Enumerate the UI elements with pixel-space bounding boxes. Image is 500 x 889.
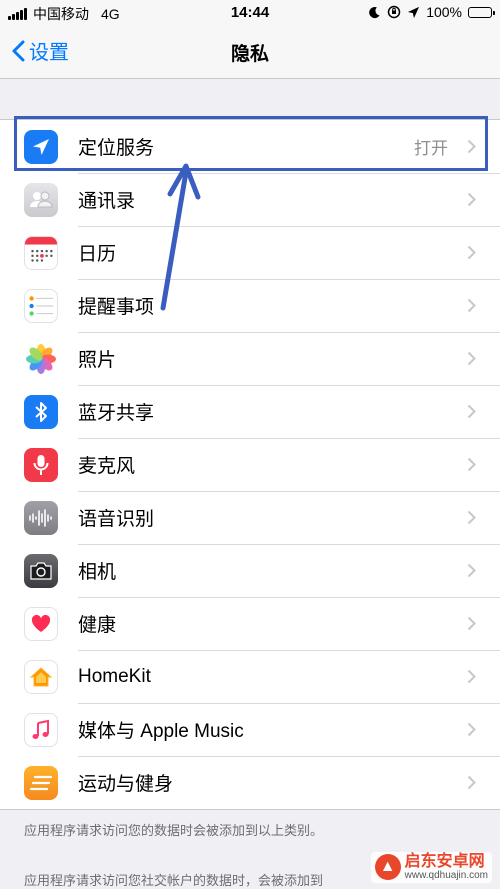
row-bluetooth-sharing[interactable]: 蓝牙共享 (0, 385, 500, 438)
location-arrow-icon (24, 130, 58, 164)
row-camera[interactable]: 相机 (0, 544, 500, 597)
microphone-icon (24, 448, 58, 482)
contacts-icon (24, 183, 58, 217)
watermark-url: www.qdhuajin.com (404, 869, 488, 881)
chevron-right-icon (467, 563, 476, 578)
watermark-text: 启东安卓网 www.qdhuajin.com (404, 852, 488, 881)
watermark-name: 启东安卓网 (404, 852, 485, 870)
watermark-logo-icon: ▲ (374, 854, 401, 881)
chevron-right-icon (467, 669, 476, 684)
row-label: 媒体与 Apple Music (78, 721, 244, 742)
row-homekit[interactable]: HomeKit (0, 650, 500, 703)
row-label: 语音识别 (78, 509, 155, 530)
chevron-right-icon (467, 298, 476, 313)
status-right: 100% (368, 4, 495, 20)
chevron-right-icon (467, 245, 476, 260)
orientation-lock-icon (387, 5, 401, 19)
row-reminders[interactable]: 提醒事项 (0, 279, 500, 332)
battery-percent: 100% (426, 4, 462, 20)
row-label: 通讯录 (78, 191, 136, 212)
row-calendar[interactable]: 日历 (0, 226, 500, 279)
chevron-right-icon (467, 404, 476, 419)
navigation-bar: 设置 隐私 (0, 26, 500, 79)
row-label: 提醒事项 (78, 297, 155, 318)
chevron-right-icon (467, 139, 476, 154)
camera-icon (24, 554, 58, 588)
photos-icon (24, 342, 58, 376)
bluetooth-icon (24, 395, 58, 429)
status-bar: 中国移动 4G 14:44 100% (0, 0, 500, 26)
calendar-icon (24, 236, 58, 270)
row-label: 日历 (78, 244, 117, 265)
row-label: HomeKit (78, 665, 151, 687)
row-label: 定位服务 (78, 138, 155, 159)
row-microphone[interactable]: 麦克风 (0, 438, 500, 491)
battery-icon (468, 6, 495, 18)
row-location-services[interactable]: 定位服务 打开 (0, 120, 500, 173)
row-label: 相机 (78, 562, 117, 583)
row-health[interactable]: 健康 (0, 597, 500, 650)
chevron-right-icon (467, 616, 476, 631)
row-speech-recognition[interactable]: 语音识别 (0, 491, 500, 544)
row-value: 打开 (414, 139, 448, 158)
row-label: 蓝牙共享 (78, 403, 155, 424)
chevron-right-icon (467, 457, 476, 472)
chevron-right-icon (467, 722, 476, 737)
watermark: ▲ 启东安卓网 www.qdhuajin.com (370, 851, 492, 883)
moon-icon (369, 6, 380, 18)
row-media-apple-music[interactable]: 媒体与 Apple Music (0, 703, 500, 756)
row-photos[interactable]: 照片 (0, 332, 500, 385)
footer-note-2: 应用程序请求访问您社交帐户的数据时，会被添加到 (24, 873, 324, 888)
chevron-right-icon (467, 192, 476, 207)
heart-icon (24, 607, 58, 641)
row-label: 麦克风 (78, 456, 136, 477)
reminders-icon (24, 289, 58, 323)
location-services-icon (408, 6, 420, 18)
row-contacts[interactable]: 通讯录 (0, 173, 500, 226)
page-title: 隐私 (230, 44, 269, 65)
fitness-icon (24, 766, 58, 800)
row-label: 运动与健身 (78, 774, 174, 795)
privacy-settings-list: 定位服务 打开 通讯录 日历 提醒事项 照片 蓝牙共享 麦克风 语音识别 相机 … (0, 119, 500, 810)
waveform-icon (24, 501, 58, 535)
chevron-right-icon (467, 351, 476, 366)
footer-note-1: 应用程序请求访问您的数据时会被添加到以上类别。 (24, 823, 324, 838)
chevron-right-icon (467, 775, 476, 790)
row-motion-fitness[interactable]: 运动与健身 (0, 756, 500, 809)
home-icon (24, 660, 58, 694)
music-note-icon (24, 713, 58, 747)
row-label: 健康 (78, 615, 117, 636)
row-label: 照片 (78, 350, 117, 371)
chevron-right-icon (467, 510, 476, 525)
